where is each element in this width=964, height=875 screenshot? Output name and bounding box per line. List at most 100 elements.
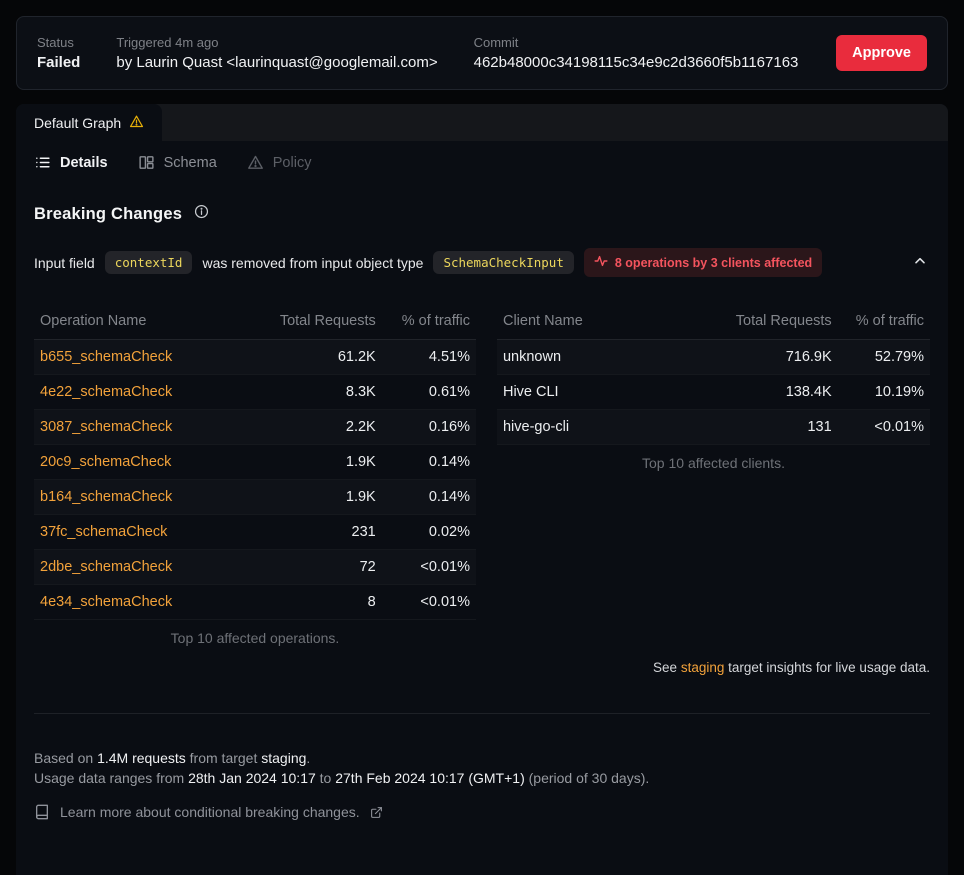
affected-badge-label: 8 operations by 3 clients affected [615, 256, 812, 270]
table-row: 4e34_schemaCheck8<0.01% [34, 585, 476, 620]
insights-note-post: target insights for live usage data. [724, 660, 930, 675]
book-icon [34, 804, 50, 820]
learn-more-label: Learn more about conditional breaking ch… [60, 804, 360, 820]
summary-line-2: Usage data ranges from 28th Jan 2024 10:… [34, 768, 930, 788]
traffic-percent-cell: 10.19% [838, 375, 930, 410]
breaking-changes-header: Breaking Changes [16, 182, 948, 228]
table-row: 20c9_schemaCheck1.9K0.14% [34, 445, 476, 480]
operations-column: Operation Name Total Requests % of traff… [34, 303, 476, 646]
commit-label: Commit [474, 35, 799, 50]
tab-schema-label: Schema [164, 155, 217, 171]
chevron-up-icon [912, 257, 928, 272]
tab-details[interactable]: Details [34, 154, 108, 171]
summary-range-end: 27th Feb 2024 10:17 (GMT+1) [335, 770, 525, 786]
insights-note-pre: See [653, 660, 681, 675]
operation-link[interactable]: 20c9_schemaCheck [34, 445, 255, 480]
traffic-percent-cell: <0.01% [838, 410, 930, 445]
summary-request-count: 1.4M requests [97, 750, 186, 766]
operation-link[interactable]: b655_schemaCheck [34, 340, 255, 375]
panels-icon [138, 154, 155, 171]
total-requests-cell: 1.9K [255, 480, 382, 515]
table-row: 37fc_schemaCheck2310.02% [34, 515, 476, 550]
client-name-cell: hive-go-cli [497, 410, 714, 445]
collapse-change-button[interactable] [910, 251, 930, 274]
traffic-percent-cell: <0.01% [382, 585, 476, 620]
total-requests-header: Total Requests [255, 303, 382, 340]
tab-details-label: Details [60, 155, 108, 171]
client-name-cell: unknown [497, 340, 714, 375]
total-requests-cell: 72 [255, 550, 382, 585]
traffic-percent-cell: 0.14% [382, 480, 476, 515]
summary-target-name: staging [261, 750, 306, 766]
table-row: 3087_schemaCheck2.2K0.16% [34, 410, 476, 445]
breaking-changes-title: Breaking Changes [34, 205, 182, 224]
status-field: Status Failed [37, 35, 80, 71]
summary-ranges-pre: Usage data ranges from [34, 770, 188, 786]
traffic-percent-cell: <0.01% [382, 550, 476, 585]
triggered-field: Triggered 4m ago by Laurin Quast <laurin… [116, 35, 437, 71]
insights-note: See staging target insights for live usa… [34, 660, 930, 675]
operation-link[interactable]: b164_schemaCheck [34, 480, 255, 515]
clients-table-header-row: Client Name Total Requests % of traffic [497, 303, 930, 340]
commit-field: Commit 462b48000c34198115c34e9c2d3660f5b… [474, 35, 799, 71]
operation-link[interactable]: 37fc_schemaCheck [34, 515, 255, 550]
clients-column: Client Name Total Requests % of traffic … [497, 303, 930, 646]
clients-footnote: Top 10 affected clients. [497, 455, 930, 471]
affected-operations-badge: 8 operations by 3 clients affected [584, 248, 822, 277]
operations-table: Operation Name Total Requests % of traff… [34, 303, 476, 620]
usage-summary: Based on 1.4M requests from target stagi… [34, 748, 930, 788]
tab-default-graph[interactable]: Default Graph [16, 104, 162, 141]
traffic-percent-cell: 0.14% [382, 445, 476, 480]
staging-target-link[interactable]: staging [681, 660, 725, 675]
client-name-cell: Hive CLI [497, 375, 714, 410]
change-text-middle: was removed from input object type [202, 255, 423, 271]
table-row: Hive CLI138.4K10.19% [497, 375, 930, 410]
operation-link[interactable]: 2dbe_schemaCheck [34, 550, 255, 585]
approve-button[interactable]: Approve [836, 35, 927, 71]
total-requests-header: Total Requests [713, 303, 837, 340]
traffic-percent-cell: 0.16% [382, 410, 476, 445]
graph-tab-strip: Default Graph [16, 104, 948, 141]
traffic-percent-cell: 0.02% [382, 515, 476, 550]
breaking-change-row[interactable]: Input field contextId was removed from i… [34, 248, 930, 277]
tab-schema[interactable]: Schema [138, 154, 217, 171]
triggered-label: Triggered 4m ago [116, 35, 437, 50]
check-nav-tabs: Details Schema Policy [16, 141, 948, 182]
footer-divider [34, 713, 930, 714]
total-requests-cell: 2.2K [255, 410, 382, 445]
tab-policy[interactable]: Policy [247, 154, 312, 171]
operation-link[interactable]: 3087_schemaCheck [34, 410, 255, 445]
warning-triangle-icon [247, 154, 264, 171]
external-link-icon [370, 806, 383, 819]
tab-policy-label: Policy [273, 155, 312, 171]
table-row: hive-go-cli131<0.01% [497, 410, 930, 445]
operation-link[interactable]: 4e22_schemaCheck [34, 375, 255, 410]
check-status-card: Status Failed Triggered 4m ago by Laurin… [16, 16, 948, 90]
total-requests-cell: 8.3K [255, 375, 382, 410]
schema-check-panel: Default Graph Details Schema Policy B [16, 104, 948, 875]
traffic-percent-header: % of traffic [382, 303, 476, 340]
traffic-percent-cell: 52.79% [838, 340, 930, 375]
table-row: b164_schemaCheck1.9K0.14% [34, 480, 476, 515]
total-requests-cell: 138.4K [713, 375, 837, 410]
client-name-header: Client Name [497, 303, 714, 340]
summary-to: to [316, 770, 335, 786]
summary-based-on: Based on [34, 750, 97, 766]
commit-hash: 462b48000c34198115c34e9c2d3660f5b1167163 [474, 54, 799, 71]
table-row: 2dbe_schemaCheck72<0.01% [34, 550, 476, 585]
clients-table: Client Name Total Requests % of traffic … [497, 303, 930, 445]
info-circle-icon[interactable] [194, 204, 209, 224]
warning-triangle-icon [129, 114, 144, 132]
operation-link[interactable]: 4e34_schemaCheck [34, 585, 255, 620]
summary-line1-end: . [306, 750, 310, 766]
table-row: 4e22_schemaCheck8.3K0.61% [34, 375, 476, 410]
type-name-chip: SchemaCheckInput [433, 251, 573, 274]
graph-tab-label: Default Graph [34, 115, 121, 131]
total-requests-cell: 8 [255, 585, 382, 620]
total-requests-cell: 1.9K [255, 445, 382, 480]
learn-more-link[interactable]: Learn more about conditional breaking ch… [34, 804, 930, 820]
triggered-by: by Laurin Quast <laurinquast@googlemail.… [116, 54, 437, 71]
total-requests-cell: 231 [255, 515, 382, 550]
total-requests-cell: 61.2K [255, 340, 382, 375]
summary-period: (period of 30 days). [525, 770, 650, 786]
